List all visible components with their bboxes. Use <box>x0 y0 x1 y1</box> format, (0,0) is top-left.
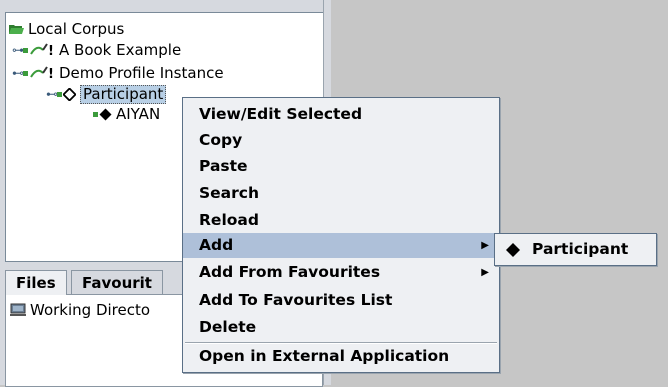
tree-item-participant[interactable]: ⊷ Participant <box>46 84 167 104</box>
tab-files[interactable]: Files <box>5 270 67 295</box>
tree-root-label: Local Corpus <box>28 20 125 38</box>
profile-link-icon: ! <box>30 43 54 58</box>
svg-text:!: ! <box>48 67 54 81</box>
tree-collapse-handle-icon[interactable]: ⊶ <box>12 40 24 60</box>
menu-item-open-external[interactable]: Open in External Application <box>183 344 499 369</box>
tree-item-label: AIYAN <box>116 105 161 123</box>
menu-item-add[interactable]: Add ▶ <box>183 233 499 258</box>
menu-item-reload[interactable]: Reload <box>183 208 499 233</box>
diamond-filled-icon <box>99 108 112 120</box>
tree-item-label-selected: Participant <box>80 84 167 104</box>
submenu-arrow-icon: ▶ <box>481 240 489 251</box>
tree-item-book-example[interactable]: ⊶ ! A Book Example <box>12 40 181 60</box>
folder-open-icon <box>9 24 24 34</box>
node-connector-icon <box>23 47 28 53</box>
node-connector-icon <box>93 111 98 117</box>
tree-item-demo-profile[interactable]: ⊷ ! Demo Profile Instance <box>12 63 224 83</box>
working-directory-item[interactable]: Working Directo <box>10 300 150 320</box>
working-directory-label: Working Directo <box>30 301 151 319</box>
menu-item-add-from-favourites-label: Add From Favourites <box>199 263 381 281</box>
menu-item-copy[interactable]: Copy <box>183 128 499 153</box>
diamond-filled-icon <box>506 242 520 257</box>
computer-icon <box>10 303 26 316</box>
node-connector-icon <box>57 91 62 97</box>
node-connector-icon <box>23 70 28 76</box>
menu-item-paste[interactable]: Paste <box>183 154 499 179</box>
menu-item-add-from-favourites[interactable]: Add From Favourites ▶ <box>183 260 499 285</box>
menu-item-delete[interactable]: Delete <box>183 315 499 340</box>
menu-item-add-to-favourites[interactable]: Add To Favourites List <box>183 288 499 313</box>
tree-item-label: A Book Example <box>59 41 182 59</box>
submenu-item-label: Participant <box>532 240 629 258</box>
diamond-outline-icon <box>63 87 76 101</box>
context-menu: View/Edit Selected Copy Paste Search Rel… <box>182 97 500 373</box>
tab-favourites[interactable]: Favourit <box>71 270 163 295</box>
submenu-arrow-icon: ▶ <box>481 267 489 278</box>
menu-item-add-label: Add <box>199 236 234 254</box>
menu-item-search[interactable]: Search <box>183 181 499 206</box>
submenu-item-participant[interactable]: Participant <box>495 234 656 265</box>
tree-item-aiyan[interactable]: AIYAN <box>92 104 160 124</box>
tree-expand-handle-icon[interactable]: ⊷ <box>12 63 24 83</box>
tree-expand-handle-icon[interactable]: ⊷ <box>46 84 58 104</box>
svg-text:!: ! <box>48 44 54 58</box>
menu-item-view-edit[interactable]: View/Edit Selected <box>183 102 499 127</box>
tree-item-label: Demo Profile Instance <box>59 64 224 82</box>
tree-root[interactable]: Local Corpus <box>9 19 124 39</box>
profile-link-icon: ! <box>30 66 54 81</box>
add-submenu: Participant <box>494 233 657 266</box>
